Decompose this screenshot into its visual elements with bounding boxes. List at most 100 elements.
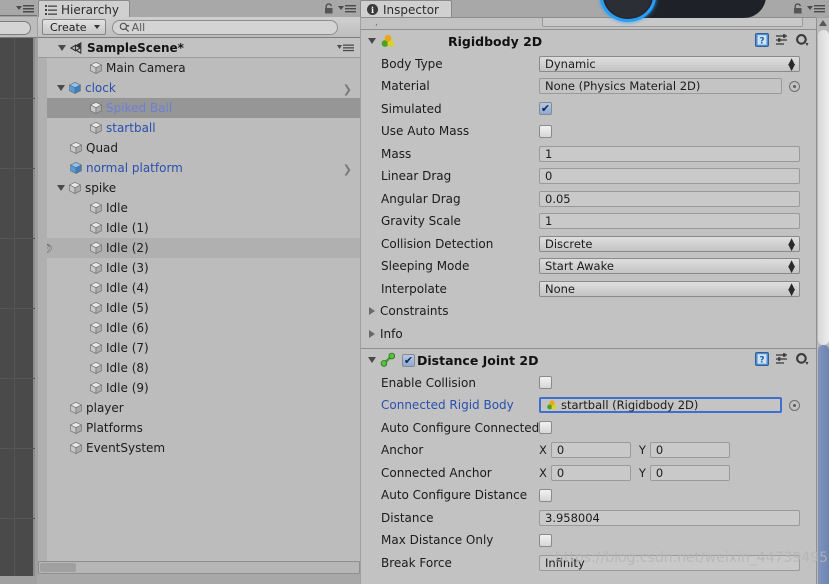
hierarchy-item-quad[interactable]: Quad [47, 138, 360, 158]
object-picker-icon[interactable] [789, 80, 800, 92]
gear-icon[interactable] [795, 33, 809, 47]
dropdown-sleeping-mode[interactable]: Start Awake ▲ ▼ [539, 258, 800, 275]
hierarchy-item-spike[interactable]: spike [47, 178, 360, 198]
checkbox-auto-configure-distance[interactable] [539, 488, 552, 502]
gear-icon[interactable] [795, 352, 809, 366]
component-header-rigidbody-2d[interactable]: Rigidbody 2D? [361, 30, 816, 52]
component-enable-checkbox[interactable] [402, 353, 415, 367]
text-field-angular-drag[interactable]: 0.05 [539, 190, 800, 207]
help-book-icon[interactable]: ? [755, 352, 769, 366]
chevron-down-icon[interactable] [368, 357, 376, 363]
hierarchy-item-normal-platform[interactable]: normal platform ❯ [47, 158, 360, 178]
text-field-mass[interactable]: 1 [539, 145, 800, 162]
inspector-vertical-scrollbar[interactable] [816, 18, 829, 584]
create-button[interactable]: Create [42, 19, 106, 35]
tab-hierarchy[interactable]: Hierarchy [38, 0, 131, 17]
panel-menu-icon[interactable] [15, 3, 35, 13]
search-input[interactable]: All [111, 19, 338, 35]
chevron-down-icon[interactable] [57, 185, 65, 191]
chevron-right-icon[interactable]: ❯ [343, 163, 352, 176]
checkbox-use-auto-mass[interactable] [539, 124, 552, 138]
chevron-right-icon[interactable] [369, 307, 375, 315]
scrollbar-track[interactable] [818, 30, 829, 345]
text-field-break-force[interactable]: Infinity [539, 554, 800, 571]
checkbox-auto-configure-connected-anchor[interactable] [539, 421, 552, 434]
hierarchy-item-idle[interactable]: Idle [47, 198, 360, 218]
create-button-label: Create [50, 20, 87, 34]
clipped-property-field[interactable] [542, 18, 803, 27]
hierarchy-item-idle-8[interactable]: Idle (8) [47, 358, 360, 378]
tab-inspector[interactable]: i Inspector [360, 0, 452, 17]
component-header-distance-joint-2d[interactable]: Distance Joint 2D? [361, 349, 816, 371]
hierarchy-item-player[interactable]: player [47, 398, 360, 418]
property-label: Auto Configure Connected Anchor [381, 420, 539, 435]
dropdown-value: Start Awake [545, 259, 614, 273]
vector-field-connected-anchor-x[interactable]: 0 [550, 464, 631, 481]
property-label[interactable]: Constraints [361, 304, 539, 318]
hierarchy-item-idle-4[interactable]: Idle (4) [47, 278, 360, 298]
dropdown-body-type[interactable]: Dynamic ▲ ▼ [539, 55, 800, 72]
hierarchy-item-idle-6[interactable]: Idle (6) [47, 318, 360, 338]
scene-view-toolbar-pill[interactable] [0, 21, 31, 35]
vector-field-anchor-y[interactable]: 0 [649, 442, 730, 458]
dropdown-interpolate[interactable]: None ▲ ▼ [539, 280, 800, 297]
chevron-right-icon[interactable]: ❯ [343, 83, 352, 96]
object-field-material[interactable]: None (Physics Material 2D) [539, 78, 782, 94]
vector-field-anchor-x[interactable]: 0 [550, 442, 631, 458]
panel-menu-icon[interactable] [806, 4, 826, 13]
panel-menu-icon[interactable] [337, 44, 355, 52]
vector-field-connected-anchor-y[interactable]: 0 [649, 464, 730, 481]
hierarchy-item-idle-3[interactable]: Idle (3) [47, 258, 360, 278]
scroll-up-arrow-icon[interactable] [819, 20, 827, 26]
lock-icon[interactable] [793, 3, 803, 14]
field-value: None (Physics Material 2D) [545, 79, 701, 93]
scene-root-row[interactable]: SampleScene* [38, 38, 360, 58]
hierarchy-tree[interactable]: Main Camera clock ❯ Spiked Ball startball Qua… [38, 58, 360, 561]
dropdown-collision-detection[interactable]: Discrete ▲ ▼ [539, 235, 800, 252]
chevron-down-icon[interactable] [57, 85, 65, 91]
text-field-gravity-scale[interactable]: 1 [539, 213, 800, 229]
hierarchy-item-idle-5[interactable]: Idle (5) [47, 298, 360, 318]
scrollbar-thumb[interactable] [40, 563, 76, 572]
text-field-distance[interactable]: 3.958004 [539, 509, 800, 526]
object-picker-icon[interactable] [789, 399, 800, 411]
hierarchy-item-spiked-ball[interactable]: Spiked Ball [47, 98, 360, 118]
hierarchy-item-idle-2[interactable]: 👁 Idle (2) [47, 238, 360, 258]
hierarchy-item-label: normal platform [86, 161, 183, 175]
chevron-right-icon[interactable] [369, 329, 375, 338]
property-label: Sleeping Mode [381, 259, 470, 273]
hierarchy-item-clock[interactable]: clock ❯ [47, 78, 360, 98]
hierarchy-item-idle-9[interactable]: Idle (9) [47, 378, 360, 398]
hierarchy-item-idle-1[interactable]: Idle (1) [47, 218, 360, 238]
gameobject-cube-icon [89, 281, 103, 295]
checkbox-enable-collision[interactable] [539, 376, 552, 389]
hierarchy-item-platforms[interactable]: Platforms [47, 418, 360, 438]
gameobject-cube-icon [89, 361, 103, 375]
checkbox-simulated[interactable] [539, 102, 552, 115]
scene-view-canvas[interactable] [0, 38, 35, 576]
prefab-cube-icon [68, 81, 82, 95]
help-book-icon[interactable]: ? [755, 33, 769, 47]
chevron-down-icon[interactable] [58, 44, 66, 51]
panel-menu-icon[interactable] [337, 4, 357, 13]
property-label: Break Force [381, 555, 452, 570]
property-label[interactable]: Info [361, 327, 539, 341]
lock-icon[interactable] [324, 3, 334, 14]
inspector-content[interactable]: , Rigidbody 2D? Body Type Dynamic ▲ ▼ Materia… [361, 17, 816, 584]
visibility-eye-icon[interactable]: 👁 [47, 242, 53, 255]
hierarchy-item-startball[interactable]: startball [47, 118, 360, 138]
gameobject-cube-icon [89, 341, 103, 355]
text-field-linear-drag[interactable]: 0 [539, 168, 800, 184]
hierarchy-item-idle-7[interactable]: Idle (7) [47, 338, 360, 358]
field-value-x: 0 [556, 465, 565, 480]
chevron-down-icon[interactable] [368, 38, 376, 44]
checkbox-max-distance-only[interactable] [539, 533, 552, 547]
object-field-connected-rigid-body[interactable]: startball (Rigidbody 2D) [539, 397, 782, 413]
preset-sliders-icon[interactable] [775, 352, 789, 366]
gameobject-cube-icon [89, 101, 103, 115]
hierarchy-item-eventsystem[interactable]: EventSystem [47, 438, 360, 458]
hierarchy-horizontal-scrollbar[interactable] [38, 561, 360, 574]
scrollbar-thumb[interactable] [818, 345, 829, 584]
preset-sliders-icon[interactable] [775, 33, 789, 47]
hierarchy-item-main-camera[interactable]: Main Camera [47, 58, 360, 78]
